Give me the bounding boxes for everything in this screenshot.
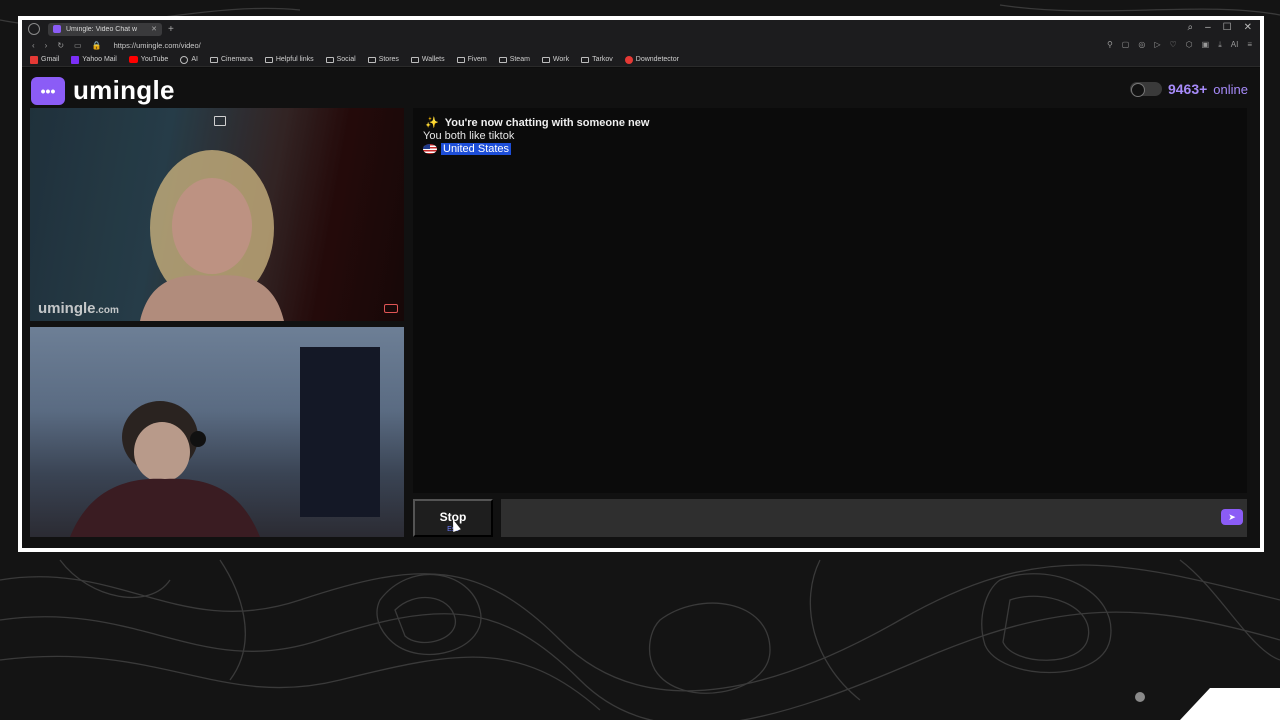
player-icon[interactable]: ▷ xyxy=(1154,40,1160,50)
bookmark-ai[interactable]: AI xyxy=(180,55,198,64)
folder-icon xyxy=(410,56,419,63)
address-bar: ‹ › ↻ ▭ 🔒 https://umingle.com/video/ ⚲ ▢… xyxy=(22,38,1260,53)
browser-window: Umingle: Video Chat w ✕ + ⌕ – ☐ ✕ ‹ › ↻ … xyxy=(22,20,1260,548)
us-flag-icon xyxy=(423,144,437,154)
send-icon[interactable]: ➤ xyxy=(1221,509,1243,525)
bookmark-helpful-links[interactable]: Helpful links xyxy=(264,56,314,63)
country-name: United States xyxy=(441,143,512,155)
browser-logo-icon[interactable] xyxy=(28,23,40,35)
downdetector-icon xyxy=(624,55,633,64)
picture-in-picture-icon[interactable] xyxy=(214,116,226,126)
bookmark-wallets[interactable]: Wallets xyxy=(410,56,445,63)
close-window-icon[interactable]: ✕ xyxy=(1244,22,1252,33)
tab-bar: Umingle: Video Chat w ✕ + ⌕ – ☐ ✕ xyxy=(22,20,1260,38)
download-icon[interactable]: ⤓ xyxy=(1218,40,1222,50)
site-brand[interactable]: ••• umingle xyxy=(31,75,175,106)
pin-icon[interactable]: ⚲ xyxy=(1107,40,1113,50)
bookmarks-bar: Gmail Yahoo Mail YouTube AI Cinemana Hel… xyxy=(22,53,1260,67)
bookmark-youtube[interactable]: YouTube xyxy=(128,56,168,63)
sparkle-icon: ✨ xyxy=(425,117,439,129)
tab-close-icon[interactable]: ✕ xyxy=(151,25,157,33)
search-tabs-icon[interactable]: ⌕ xyxy=(1187,22,1193,33)
reload-icon[interactable]: ↻ xyxy=(57,41,64,50)
umingle-favicon-icon xyxy=(53,25,61,33)
corner-dot xyxy=(1135,692,1145,702)
folder-icon xyxy=(581,56,590,63)
wallet-icon[interactable]: ▣ xyxy=(1202,40,1210,50)
gmail-icon xyxy=(30,55,38,64)
folder-icon xyxy=(367,56,376,63)
menu-icon[interactable]: ≡ xyxy=(1247,40,1252,50)
self-figure xyxy=(70,347,380,537)
extensions-icon[interactable]: ⬡ xyxy=(1186,40,1193,50)
online-status: 9463+ online xyxy=(1129,81,1248,97)
system-message: ✨ You're now chatting with someone new xyxy=(425,116,1237,130)
window-controls: ⌕ – ☐ ✕ xyxy=(1187,22,1252,33)
toolbar-icons: ⚲ ▢ ◎ ▷ ♡ ⬡ ▣ ⤓ AI ≡ xyxy=(1107,40,1252,50)
bookmark-social[interactable]: Social xyxy=(325,56,356,63)
url-field[interactable]: https://umingle.com/video/ xyxy=(114,41,201,50)
lock-icon[interactable]: 🔒 xyxy=(92,41,102,50)
folder-icon xyxy=(498,56,507,63)
umingle-watermark: umingle.com xyxy=(38,300,119,317)
chat-panel: ✨ You're now chatting with someone new Y… xyxy=(413,108,1247,493)
bookmark-steam[interactable]: Steam xyxy=(498,56,530,63)
folder-icon xyxy=(541,56,550,63)
online-label: online xyxy=(1213,81,1248,97)
bookmark-cinemana[interactable]: Cinemana xyxy=(209,56,253,63)
folder-icon xyxy=(264,56,273,63)
stranger-figure xyxy=(30,108,404,321)
self-video xyxy=(30,327,404,537)
heart-icon[interactable]: ♡ xyxy=(1170,40,1177,50)
sidebar-toggle-icon[interactable]: ▭ xyxy=(74,41,82,50)
youtube-icon xyxy=(128,56,138,63)
theme-toggle[interactable] xyxy=(1129,82,1162,97)
folder-icon xyxy=(209,56,218,63)
stranger-video: umingle.com xyxy=(30,108,404,321)
tab-umingle[interactable]: Umingle: Video Chat w ✕ xyxy=(48,22,162,36)
new-tab-icon[interactable]: + xyxy=(168,24,174,35)
bookmark-tarkov[interactable]: Tarkov xyxy=(581,56,613,63)
bookmark-stores[interactable]: Stores xyxy=(367,56,399,63)
online-count: 9463+ xyxy=(1167,81,1208,97)
bookmark-fivem[interactable]: Fivem xyxy=(456,56,487,63)
bookmark-gmail[interactable]: Gmail xyxy=(30,55,59,64)
ai-icon xyxy=(180,55,189,64)
common-interest: You both like tiktok xyxy=(423,130,515,142)
screen-frame: Umingle: Video Chat w ✕ + ⌕ – ☐ ✕ ‹ › ↻ … xyxy=(18,16,1264,552)
bookmark-downdetector[interactable]: Downdetector xyxy=(624,55,679,64)
folder-icon xyxy=(325,56,334,63)
site-name: umingle xyxy=(73,75,175,105)
tab-title: Umingle: Video Chat w xyxy=(66,25,138,33)
bookmark-work[interactable]: Work xyxy=(541,56,569,63)
umingle-page: ••• umingle 9463+ online umingle.com ✨ Y… xyxy=(22,68,1260,548)
screenshot-icon[interactable]: ▢ xyxy=(1122,40,1130,50)
back-icon[interactable]: ‹ xyxy=(32,41,35,50)
chat-message-input[interactable] xyxy=(501,499,1247,537)
maximize-icon[interactable]: ☐ xyxy=(1223,22,1232,33)
report-icon[interactable] xyxy=(384,304,398,313)
stranger-country: United States xyxy=(423,143,1237,155)
chat-bubble-icon: ••• xyxy=(31,76,65,105)
bookmark-yahoo-mail[interactable]: Yahoo Mail xyxy=(71,55,117,64)
chat-controls: Stop Esc ➤ xyxy=(413,498,1247,538)
forward-icon[interactable]: › xyxy=(45,41,48,50)
minimize-icon[interactable]: – xyxy=(1205,22,1211,33)
messenger-icon[interactable]: ◎ xyxy=(1138,40,1145,50)
system-message-text: You're now chatting with someone new xyxy=(444,116,650,129)
ai-button[interactable]: AI xyxy=(1231,40,1239,50)
yahoo-icon xyxy=(71,55,80,64)
folder-icon xyxy=(456,56,465,63)
